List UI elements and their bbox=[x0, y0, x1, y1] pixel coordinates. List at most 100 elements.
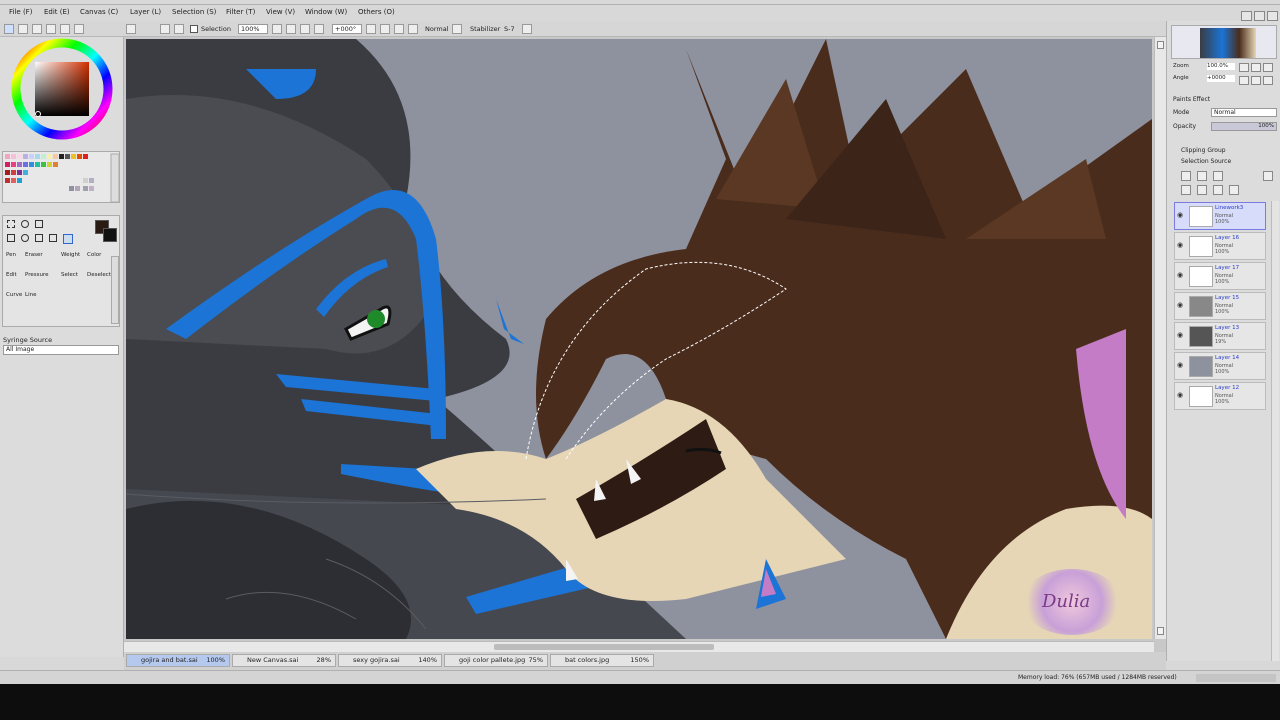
eye-icon[interactable]: ◉ bbox=[1177, 211, 1186, 219]
mode-dropdown-icon[interactable] bbox=[452, 24, 462, 34]
close-button[interactable] bbox=[1267, 11, 1278, 21]
scratchpad-icon[interactable] bbox=[60, 24, 70, 34]
color-wheel-toggle-icon[interactable] bbox=[4, 24, 14, 34]
layer-item[interactable]: ◉ Layer 17 Normal 100% bbox=[1174, 262, 1266, 290]
menu-selection[interactable]: Selection (S) bbox=[172, 8, 216, 16]
zoom-fit-icon[interactable] bbox=[300, 24, 310, 34]
menu-window[interactable]: Window (W) bbox=[305, 8, 347, 16]
layer-item[interactable]: ◉ Linework3 Normal 100% bbox=[1174, 202, 1266, 230]
layer-item[interactable]: ◉ Layer 16 Normal 100% bbox=[1174, 232, 1266, 260]
tool-color[interactable]: Color bbox=[87, 252, 101, 258]
magic-wand-icon[interactable] bbox=[35, 220, 43, 228]
menu-layer[interactable]: Layer (L) bbox=[130, 8, 161, 16]
eye-icon[interactable]: ◉ bbox=[1177, 301, 1186, 309]
eye-icon[interactable]: ◉ bbox=[1177, 391, 1186, 399]
menu-file[interactable]: File (F) bbox=[9, 8, 32, 16]
zoom-reset-icon[interactable] bbox=[314, 24, 324, 34]
deselect-icon[interactable] bbox=[160, 24, 170, 34]
zoom-value[interactable]: 100.0% bbox=[1207, 63, 1235, 70]
paints-effect-label[interactable]: Paints Effect bbox=[1173, 96, 1210, 103]
tab-gojira-and-bat[interactable]: gojira and bat.sai 100% bbox=[126, 654, 230, 667]
scroll-down-arrow-icon[interactable] bbox=[1157, 627, 1164, 635]
invert-selection-icon[interactable] bbox=[174, 24, 184, 34]
stabilizer-value[interactable]: S-7 bbox=[504, 25, 515, 33]
color-wheel[interactable] bbox=[0, 37, 124, 147]
rect-select-icon[interactable] bbox=[7, 220, 15, 228]
secondary-color[interactable] bbox=[103, 228, 117, 242]
tool-eraser[interactable]: Eraser bbox=[25, 252, 43, 258]
menu-view[interactable]: View (V) bbox=[266, 8, 295, 16]
tool-panel-icon[interactable] bbox=[74, 24, 84, 34]
layer-scrollbar[interactable] bbox=[1271, 201, 1279, 661]
rotate-reset-icon[interactable] bbox=[394, 24, 404, 34]
maximize-button[interactable] bbox=[1254, 11, 1265, 21]
zoom-in-icon[interactable] bbox=[286, 24, 296, 34]
tab-sexy-gojira[interactable]: sexy gojira.sai 140% bbox=[338, 654, 442, 667]
rotate-left-icon[interactable] bbox=[366, 24, 376, 34]
delete-layer-icon[interactable] bbox=[1229, 185, 1239, 195]
lasso-icon[interactable] bbox=[21, 220, 29, 228]
tool-pressure[interactable]: Pressure bbox=[25, 272, 49, 278]
menu-canvas[interactable]: Canvas (C) bbox=[80, 8, 118, 16]
layer-item[interactable]: ◉ Layer 13 Normal 19% bbox=[1174, 322, 1266, 350]
eye-icon[interactable]: ◉ bbox=[1177, 241, 1186, 249]
merge-layer-icon[interactable] bbox=[1197, 185, 1207, 195]
zoom-minus-icon[interactable] bbox=[1239, 63, 1249, 72]
navigator-preview[interactable] bbox=[1171, 25, 1277, 59]
syringe-source-select[interactable]: All Image bbox=[3, 345, 119, 355]
rotation-field[interactable]: +000° bbox=[332, 24, 362, 34]
tab-goji-color-pallete[interactable]: goji color pallete.jpg 75% bbox=[444, 654, 548, 667]
angle-right-icon[interactable] bbox=[1251, 76, 1261, 85]
tool-select[interactable]: Select bbox=[61, 272, 78, 278]
zoom-tool-icon[interactable] bbox=[21, 234, 29, 242]
angle-value[interactable]: +0000 bbox=[1207, 75, 1235, 82]
undo-icon[interactable] bbox=[126, 24, 136, 34]
selection-checkbox[interactable] bbox=[190, 25, 198, 33]
tool-scrollbar[interactable] bbox=[111, 256, 119, 324]
eye-icon[interactable]: ◉ bbox=[1177, 331, 1186, 339]
layer-options-icon[interactable] bbox=[1263, 171, 1273, 181]
stabilizer-dropdown-icon[interactable] bbox=[522, 24, 532, 34]
color-swatches[interactable] bbox=[2, 151, 120, 203]
minimize-button[interactable] bbox=[1241, 11, 1252, 21]
hand-tool-icon[interactable] bbox=[49, 234, 57, 242]
vertical-scrollbar[interactable] bbox=[1154, 37, 1166, 639]
tool-edit[interactable]: Edit bbox=[6, 272, 17, 278]
clear-layer-icon[interactable] bbox=[1213, 185, 1223, 195]
menu-filter[interactable]: Filter (T) bbox=[226, 8, 255, 16]
new-linework-layer-icon[interactable] bbox=[1197, 171, 1207, 181]
copy-layer-icon[interactable] bbox=[1181, 185, 1191, 195]
hsv-slider-icon[interactable] bbox=[32, 24, 42, 34]
blend-mode-label[interactable]: Normal bbox=[425, 25, 449, 33]
rgb-slider-icon[interactable] bbox=[18, 24, 28, 34]
menu-edit[interactable]: Edit (E) bbox=[44, 8, 70, 16]
tool-line[interactable]: Line bbox=[25, 292, 36, 298]
angle-reset-icon[interactable] bbox=[1263, 76, 1273, 85]
scroll-up-arrow-icon[interactable] bbox=[1157, 41, 1164, 49]
tab-new-canvas[interactable]: New Canvas.sai 28% bbox=[232, 654, 336, 667]
tool-curve[interactable]: Curve bbox=[6, 292, 22, 298]
layer-item[interactable]: ◉ Layer 15 Normal 100% bbox=[1174, 292, 1266, 320]
flip-horizontal-icon[interactable] bbox=[408, 24, 418, 34]
zoom-out-icon[interactable] bbox=[272, 24, 282, 34]
syringe-icon[interactable] bbox=[63, 234, 73, 244]
horizontal-scroll-thumb[interactable] bbox=[494, 644, 714, 650]
rotate-tool-icon[interactable] bbox=[35, 234, 43, 242]
horizontal-scrollbar[interactable] bbox=[124, 641, 1154, 652]
tool-weight[interactable]: Weight bbox=[61, 252, 80, 258]
zoom-plus-icon[interactable] bbox=[1251, 63, 1261, 72]
opacity-slider[interactable]: 100% bbox=[1211, 122, 1277, 131]
eye-icon[interactable]: ◉ bbox=[1177, 271, 1186, 279]
eye-icon[interactable]: ◉ bbox=[1177, 361, 1186, 369]
layer-item[interactable]: ◉ Layer 14 Normal 100% bbox=[1174, 352, 1266, 380]
tool-pen[interactable]: Pen bbox=[6, 252, 16, 258]
selection-source-label[interactable]: Selection Source bbox=[1181, 158, 1231, 165]
new-layer-icon[interactable] bbox=[1181, 171, 1191, 181]
zoom-field[interactable]: 100% bbox=[238, 24, 268, 34]
move-icon[interactable] bbox=[7, 234, 15, 242]
rotate-right-icon[interactable] bbox=[380, 24, 390, 34]
zoom-reset-nav-icon[interactable] bbox=[1263, 63, 1273, 72]
drawing-canvas[interactable]: Dulia bbox=[126, 39, 1152, 639]
clipping-group-label[interactable]: Clipping Group bbox=[1181, 147, 1226, 154]
angle-left-icon[interactable] bbox=[1239, 76, 1249, 85]
